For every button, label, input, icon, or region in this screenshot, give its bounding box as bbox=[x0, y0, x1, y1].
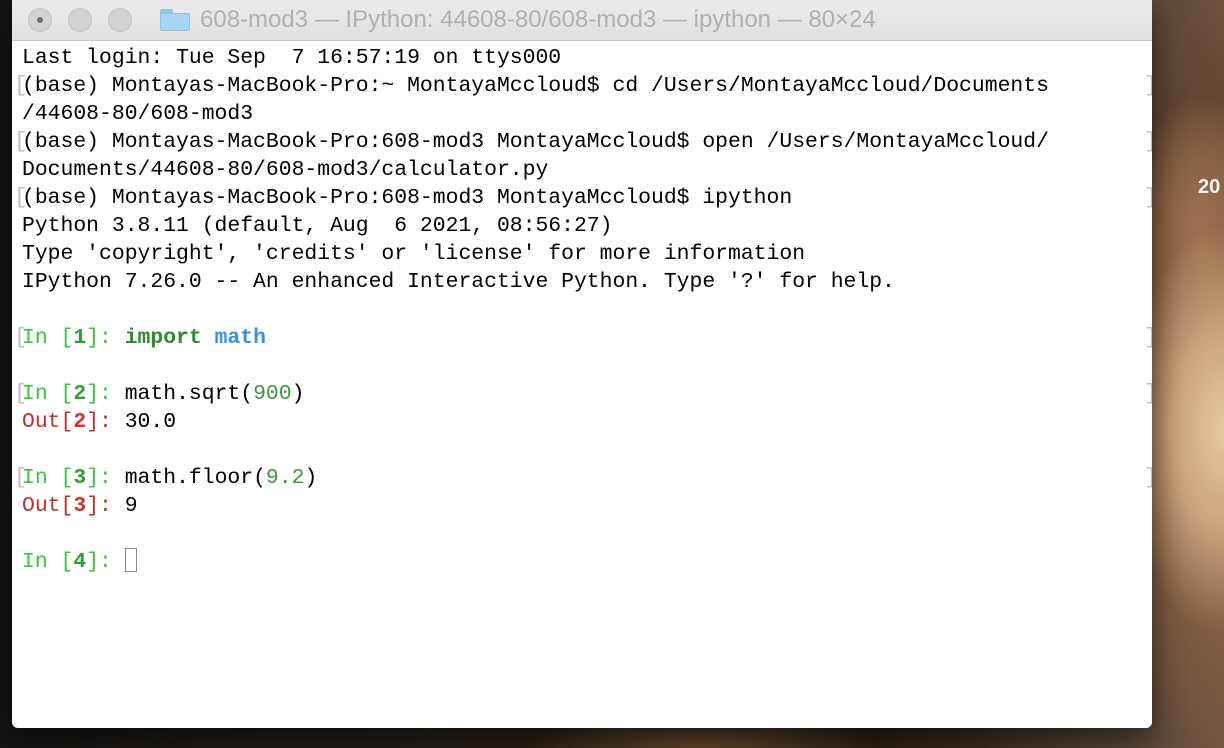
code-number-literal: 900 bbox=[253, 382, 292, 406]
mark-bracket-right bbox=[1144, 466, 1152, 490]
in-prompt-label: In [ bbox=[22, 466, 74, 490]
code-call: math.sqrt( bbox=[124, 382, 254, 406]
mark-bracket-right bbox=[1144, 382, 1152, 406]
mark-bracket-right bbox=[1144, 326, 1152, 350]
desktop-clock-partial: 20 bbox=[1198, 176, 1221, 198]
out-prompt-close: ]: bbox=[86, 410, 125, 434]
in-prompt-close: ]: bbox=[86, 326, 125, 350]
terminal-line: Type 'copyright', 'credits' or 'license'… bbox=[22, 242, 806, 266]
title-bar[interactable]: 608-mod3 — IPython: 44608-80/608-mod3 — … bbox=[12, 0, 1152, 41]
ipython-input-2: In [2]: math.sqrt(900) bbox=[22, 380, 304, 408]
out-prompt-label: Out[ bbox=[22, 410, 74, 434]
in-prompt-close: ]: bbox=[86, 550, 125, 574]
ipython-output-3: Out[3]: 9 bbox=[22, 492, 138, 520]
code-number-literal: 9.2 bbox=[265, 466, 305, 490]
in-prompt-number: 2 bbox=[73, 382, 87, 406]
mark-bracket-left bbox=[14, 74, 22, 98]
terminal-line: (base) Montayas-MacBook-Pro:~ MontayaMcc… bbox=[22, 74, 1049, 98]
in-prompt-close: ]: bbox=[86, 382, 125, 406]
text-cursor[interactable] bbox=[124, 547, 137, 572]
terminal-line: Documents/44608-80/608-mod3/calculator.p… bbox=[22, 158, 549, 182]
module-name: math bbox=[214, 326, 266, 350]
in-prompt-label: In [ bbox=[22, 550, 74, 574]
terminal-window[interactable]: 608-mod3 — IPython: 44608-80/608-mod3 — … bbox=[12, 0, 1152, 728]
out-prompt-label: Out[ bbox=[22, 494, 74, 518]
in-prompt-number: 1 bbox=[73, 326, 87, 350]
mark-bracket-left bbox=[14, 186, 22, 210]
terminal-line: (base) Montayas-MacBook-Pro:608-mod3 Mon… bbox=[22, 130, 1049, 154]
in-prompt-close: ]: bbox=[86, 466, 125, 490]
mark-bracket-right bbox=[1144, 186, 1152, 210]
out-prompt-number: 3 bbox=[73, 494, 87, 518]
terminal-line: Last login: Tue Sep 7 16:57:19 on ttys00… bbox=[22, 46, 562, 70]
terminal-line: /44608-80/608-mod3 bbox=[22, 102, 254, 126]
in-prompt-number: 3 bbox=[73, 466, 87, 490]
terminal-output[interactable]: Last login: Tue Sep 7 16:57:19 on ttys00… bbox=[12, 44, 1152, 728]
out-prompt-close: ]: bbox=[86, 494, 125, 518]
in-prompt-number: 4 bbox=[73, 550, 87, 574]
mark-bracket-left bbox=[14, 466, 22, 490]
window-title-group: 608-mod3 — IPython: 44608-80/608-mod3 — … bbox=[160, 0, 876, 40]
code-call: math.floor( bbox=[124, 466, 266, 490]
in-prompt-label: In [ bbox=[22, 326, 74, 350]
ipython-input-4[interactable]: In [4]: bbox=[22, 547, 137, 576]
folder-icon bbox=[160, 9, 190, 31]
terminal-line: (base) Montayas-MacBook-Pro:608-mod3 Mon… bbox=[22, 186, 793, 210]
window-title: 608-mod3 — IPython: 44608-80/608-mod3 — … bbox=[200, 6, 876, 33]
terminal-line: Python 3.8.11 (default, Aug 6 2021, 08:5… bbox=[22, 214, 613, 238]
ipython-input-1: In [1]: import math bbox=[22, 324, 266, 352]
mark-bracket-left bbox=[14, 130, 22, 154]
mark-bracket-right bbox=[1144, 130, 1152, 154]
zoom-button[interactable] bbox=[108, 8, 132, 32]
keyword-import: import bbox=[124, 326, 202, 350]
minimize-button[interactable] bbox=[68, 8, 92, 32]
mark-bracket-left bbox=[14, 382, 22, 406]
in-prompt-label: In [ bbox=[22, 382, 74, 406]
code-paren: ) bbox=[291, 382, 305, 406]
terminal-line: IPython 7.26.0 -- An enhanced Interactiv… bbox=[22, 270, 895, 294]
output-value: 30.0 bbox=[124, 410, 177, 434]
ipython-input-3: In [3]: math.floor(9.2) bbox=[22, 464, 317, 492]
close-button[interactable] bbox=[28, 8, 52, 32]
code-paren: ) bbox=[304, 466, 318, 490]
out-prompt-number: 2 bbox=[73, 410, 87, 434]
ipython-output-2: Out[2]: 30.0 bbox=[22, 408, 176, 436]
output-value: 9 bbox=[124, 494, 138, 518]
mark-bracket-left bbox=[14, 326, 22, 350]
mark-bracket-right bbox=[1144, 74, 1152, 98]
